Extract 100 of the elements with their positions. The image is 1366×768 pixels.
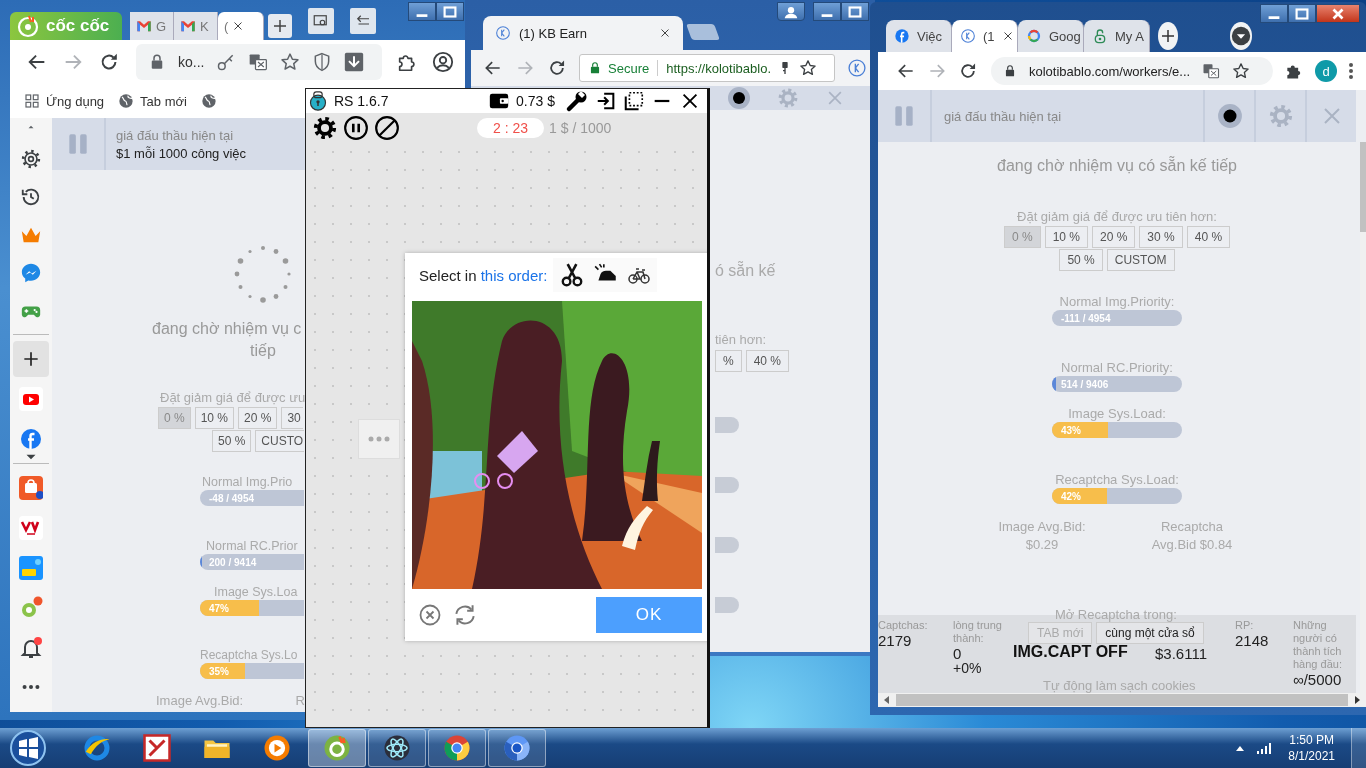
discount-button[interactable]: 50 % [1059, 249, 1103, 271]
profile-icon[interactable] [432, 51, 454, 73]
browser-tab[interactable]: Việc [886, 20, 952, 52]
browser-tab[interactable]: Goog [1018, 20, 1084, 52]
crop-icon[interactable] [623, 90, 645, 112]
download-icon[interactable] [344, 52, 365, 72]
browser-tab[interactable]: G [130, 12, 174, 40]
new-tab-button[interactable] [686, 24, 720, 40]
bookmark[interactable] [200, 93, 217, 109]
option-button[interactable]: cùng một cửa sổ [1096, 622, 1204, 644]
play-icon[interactable] [19, 387, 43, 411]
browser-tab[interactable]: My A [1084, 20, 1150, 52]
settings-icon[interactable] [20, 148, 42, 170]
translate-icon[interactable] [248, 52, 269, 72]
reload-icon[interactable] [547, 58, 567, 78]
discount-button[interactable]: % [715, 350, 742, 372]
add-button[interactable] [13, 341, 49, 377]
star-icon[interactable] [280, 52, 301, 72]
globe-icon [200, 93, 217, 109]
plus-icon[interactable] [21, 349, 41, 369]
block-icon[interactable] [374, 115, 400, 141]
translate-icon[interactable] [1202, 62, 1221, 80]
meter-label: Image Sys.Load: [1068, 406, 1166, 421]
browser-tab[interactable]: K [174, 12, 218, 40]
status-text: đang chờ nhiệm vụ c [152, 319, 302, 339]
discount-button[interactable]: 30 [281, 407, 303, 429]
taskbar-button[interactable] [428, 729, 486, 767]
discount-button[interactable]: 30 % [1139, 226, 1183, 248]
clock-time: 1:50 PM [1288, 732, 1335, 748]
game-ball-icon[interactable] [19, 596, 43, 620]
show-desktop-button[interactable] [1351, 728, 1366, 768]
reload-icon[interactable] [958, 61, 978, 81]
wrench-icon[interactable] [565, 89, 589, 113]
browser-tab[interactable]: (1) KB Earn [483, 16, 683, 50]
menu-icon[interactable] [1348, 61, 1354, 81]
scroll-right-icon[interactable] [1352, 695, 1362, 705]
settings-icon[interactable] [312, 115, 338, 141]
discount-button[interactable]: CUSTO [255, 430, 304, 452]
history-icon[interactable] [20, 186, 42, 208]
browser-tab[interactable]: ( [218, 12, 264, 40]
stat-value: $3.6111 [1155, 645, 1208, 662]
close-icon[interactable] [1001, 30, 1014, 42]
star-icon[interactable] [1232, 62, 1251, 80]
social-icon[interactable] [19, 427, 43, 451]
meter-label: Normal RC.Priority: [1061, 360, 1173, 375]
chat-bubble-icon[interactable] [20, 262, 42, 284]
mail-icon [180, 18, 196, 34]
k-circle-icon [495, 25, 511, 41]
lock-icon[interactable] [308, 90, 328, 112]
sign-in-icon[interactable] [595, 90, 617, 112]
pause-icon[interactable] [343, 115, 369, 141]
browser-tab[interactable]: (1 [952, 20, 1018, 52]
signal-icon[interactable] [1256, 741, 1273, 755]
record-icon[interactable] [1216, 103, 1243, 129]
clock[interactable]: 1:50 PM 8/1/2021 [1282, 732, 1341, 764]
refresh-icon[interactable] [452, 602, 478, 628]
start-button[interactable] [8, 728, 48, 768]
k-circle-icon [960, 28, 976, 44]
close-icon[interactable] [659, 27, 671, 39]
bookmark[interactable]: Tab mới [118, 93, 187, 109]
taskbar-button[interactable] [368, 729, 426, 767]
caret-icon[interactable] [25, 453, 37, 461]
star-icon[interactable] [799, 59, 817, 77]
meter-label: Recaptcha Sys.Load: [1055, 472, 1179, 487]
cancel-icon[interactable] [418, 603, 442, 627]
discount-button[interactable]: 50 % [212, 430, 252, 452]
new-tab-button[interactable] [1158, 22, 1178, 50]
mail-icon [136, 18, 152, 34]
taskbar-button[interactable] [488, 729, 546, 767]
record-icon[interactable] [727, 86, 751, 110]
close-button[interactable] [1316, 4, 1360, 23]
address-bar[interactable]: kolotibablo.com/workers/e... [991, 57, 1273, 85]
scroll-left-icon[interactable] [882, 695, 892, 705]
discount-button[interactable]: 20 % [238, 407, 278, 429]
bookmark[interactable]: Ứng dụng [24, 93, 105, 109]
discount-button[interactable]: 10 % [194, 407, 235, 429]
scrollbar[interactable] [1360, 142, 1366, 693]
discount-button[interactable]: 10 % [1044, 226, 1088, 248]
plus-icon[interactable] [1159, 27, 1177, 45]
instruction-link[interactable]: this order: [480, 266, 548, 284]
discount-button[interactable]: 40 % [1186, 226, 1231, 248]
scrollbar[interactable] [878, 693, 1366, 707]
bell-icon[interactable] [19, 636, 43, 660]
bid-label: Image Avg.Bid: $0.29 [997, 518, 1087, 554]
address-bar[interactable]: Secure https://kolotibablo. [579, 54, 835, 82]
progress-reading: 200 / 9414 [208, 556, 257, 568]
address-bar[interactable]: ko... [136, 44, 382, 80]
k-circle-icon[interactable] [847, 58, 867, 78]
meter-label: Normal Img.Prio [201, 475, 293, 489]
progress-reading: -111 / 4954 [1060, 312, 1111, 324]
tv-icon[interactable] [19, 516, 43, 540]
shopping-bag-icon[interactable] [19, 476, 43, 500]
discount-button[interactable]: CUSTOM [1106, 249, 1175, 271]
search-engine-icon [1026, 28, 1042, 44]
expand-handle[interactable] [358, 419, 400, 459]
close-icon[interactable] [232, 20, 245, 32]
discount-button[interactable]: 40 % [745, 350, 790, 372]
bid-label: Image Avg.Bid: [156, 693, 244, 708]
discount-button[interactable]: 20 % [1092, 226, 1136, 248]
progress-reading: 43% [1060, 424, 1081, 436]
